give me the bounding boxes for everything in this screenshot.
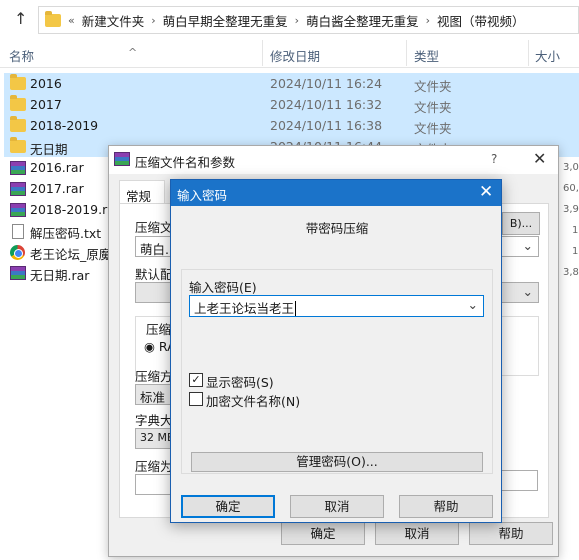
- encrypt-names-checkbox[interactable]: [189, 392, 203, 406]
- file-type: 文件夹: [414, 121, 452, 136]
- password-dialog: 输入密码 ✕ 带密码压缩 输入密码(E) 上老王论坛当老王 ⌄ ✓ 显示密码(S…: [170, 179, 502, 523]
- close-icon[interactable]: ✕: [479, 182, 493, 202]
- password-ok-button[interactable]: 确定: [181, 495, 275, 518]
- file-name: 2016.rar: [30, 160, 84, 175]
- method-label: 压缩方: [135, 369, 173, 384]
- rar-icon: [10, 161, 26, 175]
- sort-ascending-icon: ^: [128, 46, 138, 59]
- archive-help-button[interactable]: 帮助: [469, 522, 553, 545]
- list-item[interactable]: 2017 2024/10/11 16:32 文件夹: [4, 94, 579, 115]
- column-divider[interactable]: [528, 40, 529, 66]
- manage-passwords-button[interactable]: 管理密码(O)...: [191, 452, 483, 472]
- column-divider[interactable]: [406, 40, 407, 66]
- folder-icon: [45, 10, 61, 27]
- chevron-down-icon[interactable]: ⌄: [523, 284, 533, 299]
- folder-icon: [10, 137, 26, 153]
- file-size: 3,07: [563, 162, 579, 173]
- list-item[interactable]: 2016 2024/10/11 16:24 文件夹: [4, 73, 579, 94]
- password-dialog-title: 输入密码: [177, 188, 228, 203]
- breadcrumb-item[interactable]: 视图（带视频）: [437, 11, 525, 30]
- show-password-checkbox[interactable]: ✓: [189, 373, 203, 387]
- split-input[interactable]: [135, 474, 175, 495]
- rar-icon: [10, 203, 26, 217]
- chevron-down-icon[interactable]: ⌄: [523, 238, 533, 253]
- address-bar[interactable]: « 新建文件夹 › 萌白早期全整理无重复 › 萌白酱全整理无重复 › 视图（带视…: [38, 6, 579, 34]
- chrome-icon: [10, 245, 25, 260]
- tab-general[interactable]: 常规: [119, 180, 165, 204]
- archive-name-value: 萌白.r: [140, 242, 175, 257]
- winrar-icon: [114, 152, 130, 166]
- column-divider[interactable]: [262, 40, 263, 66]
- help-icon[interactable]: ?: [491, 152, 497, 166]
- file-name: 2018-2019.rar: [30, 202, 121, 217]
- password-cancel-button[interactable]: 取消: [290, 495, 384, 518]
- file-size: 3,8: [563, 267, 579, 278]
- folder-icon: [10, 74, 26, 90]
- archive-dialog-titlebar[interactable]: 压缩文件名和参数 ? ✕: [109, 146, 558, 174]
- text-cursor: [295, 301, 297, 316]
- file-size: 1: [572, 246, 579, 257]
- split-label: 压缩为: [135, 459, 173, 474]
- list-item[interactable]: 2018-2019 2024/10/11 16:38 文件夹: [4, 115, 579, 136]
- file-name: 无日期: [30, 142, 68, 157]
- file-type: 文件夹: [414, 100, 452, 115]
- file-name: 无日期.rar: [30, 268, 90, 283]
- chevron-down-icon[interactable]: ⌄: [468, 297, 478, 312]
- encrypt-names-label[interactable]: 加密文件名称(N): [206, 391, 300, 410]
- breadcrumb-item[interactable]: 新建文件夹: [82, 11, 145, 30]
- browse-button[interactable]: B)...: [502, 212, 540, 235]
- txt-icon: [12, 224, 24, 239]
- file-name: 2018-2019: [30, 118, 99, 133]
- file-name: 解压密码.txt: [30, 226, 102, 241]
- file-date: 2024/10/11 16:32: [270, 97, 383, 112]
- address-bar-area: ↑ « 新建文件夹 › 萌白早期全整理无重复 › 萌白酱全整理无重复 › 视图（…: [0, 0, 579, 38]
- password-help-button[interactable]: 帮助: [399, 495, 493, 518]
- file-size: 1: [572, 225, 579, 236]
- archive-name-label: 压缩文: [135, 220, 173, 235]
- up-arrow-icon[interactable]: ↑: [14, 9, 27, 28]
- file-name: 2017.rar: [30, 181, 84, 196]
- archive-dialog-title: 压缩文件名和参数: [135, 155, 236, 170]
- file-size: 3,94: [563, 204, 579, 215]
- overflow-chevron-icon[interactable]: «: [68, 14, 75, 27]
- column-size[interactable]: 大小: [535, 46, 560, 65]
- chevron-right-icon[interactable]: ›: [151, 14, 155, 27]
- folder-icon: [10, 116, 26, 132]
- dictionary-label: 字典大: [135, 413, 173, 428]
- file-name: 2016: [30, 76, 62, 91]
- file-type: 文件夹: [414, 79, 452, 94]
- close-icon[interactable]: ✕: [533, 149, 546, 168]
- chevron-right-icon[interactable]: ›: [295, 14, 299, 27]
- password-input[interactable]: 上老王论坛当老王 ⌄: [189, 295, 484, 317]
- folder-icon: [10, 95, 26, 111]
- rar-icon: [10, 182, 26, 196]
- file-date: 2024/10/11 16:24: [270, 76, 383, 91]
- password-label: 输入密码(E): [189, 280, 257, 295]
- archive-ok-button[interactable]: 确定: [281, 522, 365, 545]
- default-profile-label: 默认配: [135, 267, 173, 282]
- file-date: 2024/10/11 16:38: [270, 118, 383, 133]
- file-size: 60,6: [563, 183, 579, 194]
- column-date[interactable]: 修改日期: [270, 46, 320, 65]
- password-dialog-heading: 带密码压缩: [305, 221, 369, 236]
- file-name: 2017: [30, 97, 62, 112]
- show-password-label[interactable]: 显示密码(S): [206, 372, 274, 391]
- file-name: 老王论坛_原魔: [30, 247, 112, 262]
- column-name[interactable]: 名称: [9, 46, 34, 65]
- breadcrumb-item[interactable]: 萌白早期全整理无重复: [163, 11, 288, 30]
- rar-icon: [10, 266, 26, 280]
- chevron-right-icon[interactable]: ›: [426, 14, 430, 27]
- password-dialog-titlebar[interactable]: 输入密码 ✕: [171, 180, 501, 206]
- breadcrumb-item[interactable]: 萌白酱全整理无重复: [306, 11, 419, 30]
- password-value: 上老王论坛当老王: [194, 301, 295, 316]
- column-header: 名称 ^ 修改日期 类型 大小: [0, 38, 579, 68]
- column-type[interactable]: 类型: [414, 46, 439, 65]
- archive-cancel-button[interactable]: 取消: [375, 522, 459, 545]
